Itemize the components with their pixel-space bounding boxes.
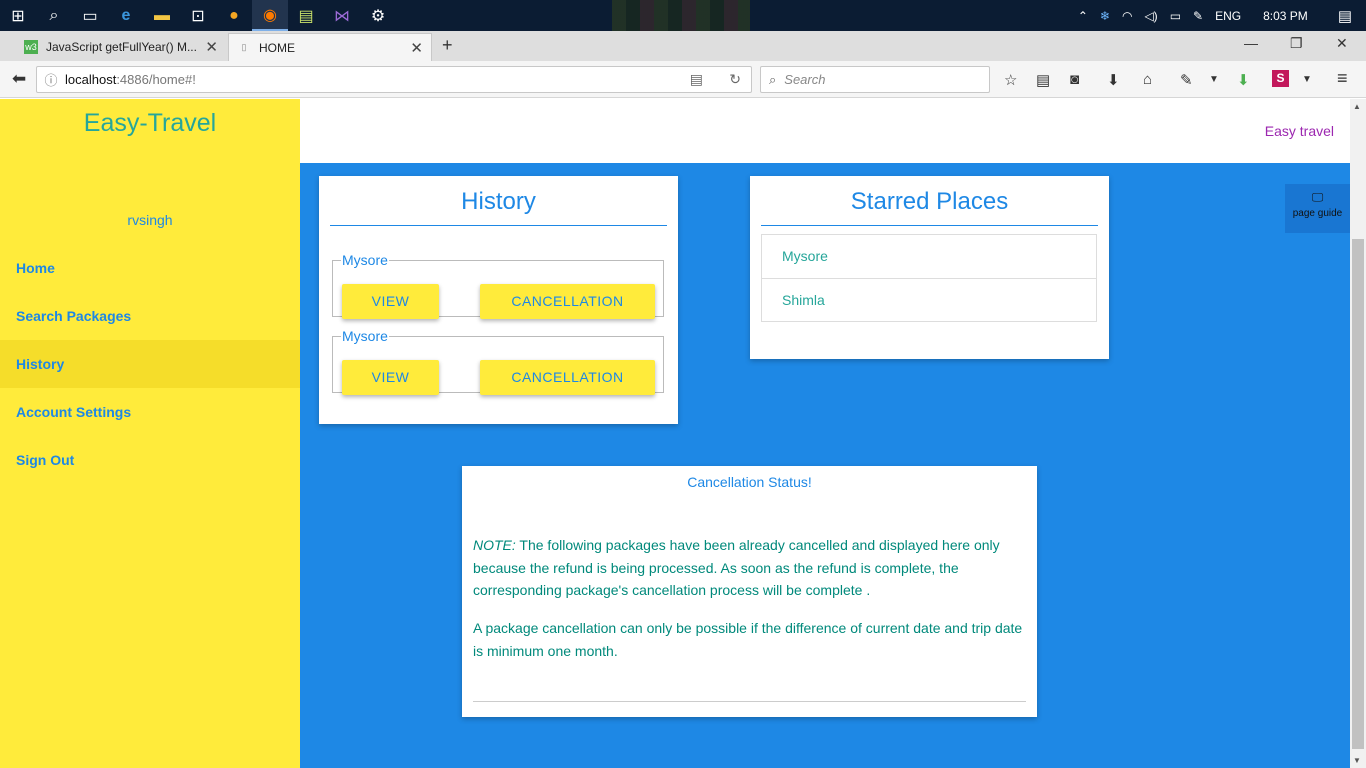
page-guide-label: page guide (1292, 208, 1343, 219)
tab-title: JavaScript getFullYear() M... (46, 40, 197, 54)
taskbar-decoration (612, 0, 750, 31)
page-content: Easy-Travel rvsingh Home Search Packages… (0, 99, 1366, 768)
note-label: NOTE: (473, 537, 516, 553)
header-title[interactable]: Easy travel (1265, 123, 1334, 139)
top-header: Easy travel (300, 99, 1350, 163)
url-path: :4886/home#! (116, 72, 196, 87)
bookmark-star-icon[interactable]: ☆ (1004, 71, 1017, 89)
tab-home[interactable]: ▯ HOME ✕ (228, 33, 432, 61)
sidebar-item-search-packages[interactable]: Search Packages (0, 292, 300, 340)
pen-icon[interactable]: ✎ (1187, 9, 1209, 23)
snowflake-icon[interactable]: ❄ (1094, 9, 1116, 23)
new-tab-icon[interactable]: + (442, 35, 453, 56)
action-center-icon[interactable]: ▤ (1324, 7, 1366, 25)
search-icon: ⌕ (769, 71, 777, 87)
sidebar-item-sign-out[interactable]: Sign Out (0, 436, 300, 484)
notepad-icon[interactable]: ▤ (288, 0, 324, 31)
cancellation-status-card: Cancellation Status! NOTE: The following… (462, 466, 1037, 717)
search-placeholder: Search (784, 72, 826, 87)
wifi-icon[interactable]: ◠ (1116, 9, 1138, 23)
chevron-up-icon[interactable]: ⌃ (1072, 9, 1094, 23)
pocket-icon[interactable]: ◙ (1070, 71, 1079, 88)
extension-icon[interactable]: ✎ (1180, 71, 1193, 89)
info-icon[interactable]: ⓘ (37, 70, 65, 89)
view-button[interactable]: VIEW (342, 284, 439, 319)
scrollbar-thumb[interactable] (1352, 239, 1364, 749)
history-title: History (330, 176, 667, 226)
rule-paragraph: A package cancellation can only be possi… (473, 620, 1023, 659)
sidebar: Easy-Travel rvsingh Home Search Packages… (0, 99, 300, 768)
starred-title: Starred Places (761, 176, 1098, 226)
app-icon[interactable]: ● (216, 0, 252, 31)
clock[interactable]: 8:03 PM (1247, 9, 1324, 23)
divider (473, 701, 1026, 702)
reader-view-icon[interactable]: ▤ (690, 71, 703, 88)
history-card: History Mysore VIEW CANCELLATION Mysore … (319, 176, 678, 424)
download-icon[interactable]: ⬇ (1107, 71, 1120, 89)
windows-taskbar: ⊞ ⌕ ▭ e ▬ ⊡ ● ◉ ▤ ⋈ ⚙ ⌃ ❄ ◠ ◁) ▭ ✎ ENG 8… (0, 0, 1366, 31)
library-icon[interactable]: ▤ (1036, 71, 1050, 89)
w3-icon: w3 (24, 40, 38, 54)
windows-start-icon[interactable]: ⊞ (0, 0, 36, 31)
starred-list: Mysore Shimla (761, 234, 1097, 322)
system-tray: ⌃ ❄ ◠ ◁) ▭ ✎ ENG 8:03 PM ▤ (1072, 0, 1366, 31)
file-explorer-icon[interactable]: ▬ (144, 0, 180, 31)
view-button[interactable]: VIEW (342, 360, 439, 395)
network-tool-icon[interactable]: ⚙ (360, 0, 396, 31)
address-bar[interactable]: ⓘ localhost:4886/home#! ▤ ↻ (36, 66, 752, 93)
scroll-up-icon[interactable]: ▲ (1353, 102, 1361, 111)
close-icon[interactable]: ✕ (205, 38, 218, 56)
list-item[interactable]: Mysore (762, 235, 1096, 278)
list-item[interactable]: Shimla (762, 278, 1096, 321)
close-icon[interactable]: ✕ (410, 39, 423, 57)
window-close-icon[interactable]: ✕ (1336, 35, 1348, 52)
package-name: Mysore (342, 252, 388, 268)
cancellation-button[interactable]: CANCELLATION (480, 360, 655, 395)
brand-title[interactable]: Easy-Travel (0, 109, 300, 138)
browser-tab-bar: w3 JavaScript getFullYear() M... ✕ ▯ HOM… (0, 31, 1366, 61)
visual-studio-icon[interactable]: ⋈ (324, 0, 360, 31)
edge-browser-icon[interactable]: e (108, 0, 144, 31)
chevron-down-icon[interactable]: ▼ (1302, 74, 1312, 85)
download-helper-icon[interactable]: ⬇ (1237, 71, 1250, 89)
page-scrollbar[interactable]: ▲ ▼ (1350, 99, 1366, 768)
minimize-icon[interactable]: — (1244, 35, 1258, 51)
note-paragraph: NOTE: The following packages have been a… (473, 534, 1026, 602)
tab-javascript[interactable]: w3 JavaScript getFullYear() M... ✕ (16, 33, 226, 61)
sidebar-item-account-settings[interactable]: Account Settings (0, 388, 300, 436)
history-package: Mysore VIEW CANCELLATION (332, 328, 664, 395)
battery-icon[interactable]: ▭ (1164, 9, 1187, 23)
restore-icon[interactable]: ❐ (1290, 35, 1303, 52)
sidebar-item-home[interactable]: Home (0, 244, 300, 292)
sidebar-item-history[interactable]: History (0, 340, 300, 388)
firefox-icon[interactable]: ◉ (252, 0, 288, 31)
volume-icon[interactable]: ◁) (1138, 9, 1163, 23)
page-icon: ▯ (241, 42, 247, 52)
monitor-icon: 🖵 (1311, 190, 1324, 204)
reload-icon[interactable]: ↻ (729, 71, 741, 88)
search-icon[interactable]: ⌕ (36, 0, 72, 31)
history-package: Mysore VIEW CANCELLATION (332, 252, 664, 319)
hamburger-menu-icon[interactable]: ≡ (1337, 68, 1348, 89)
sidebar-menu: Home Search Packages History Account Set… (0, 244, 300, 484)
package-name: Mysore (342, 328, 388, 344)
tab-title: HOME (259, 40, 295, 55)
home-icon[interactable]: ⌂ (1143, 71, 1152, 88)
note-text: The following packages have been already… (473, 537, 1000, 598)
scroll-down-icon[interactable]: ▼ (1353, 756, 1361, 765)
stylish-icon[interactable]: S (1272, 70, 1289, 87)
search-input[interactable]: ⌕ Search (760, 66, 990, 93)
language-indicator[interactable]: ENG (1209, 9, 1247, 23)
back-icon[interactable]: ⬅ (12, 69, 26, 89)
cancellation-button[interactable]: CANCELLATION (480, 284, 655, 319)
navigation-bar: ⬅ ⓘ localhost:4886/home#! ▤ ↻ ⌕ Search ☆… (0, 61, 1366, 98)
starred-places-card: Starred Places Mysore Shimla (750, 176, 1109, 359)
url-host: localhost (65, 72, 117, 87)
page-guide-button[interactable]: 🖵 page guide (1285, 184, 1350, 233)
cancellation-status-title: Cancellation Status! (687, 474, 812, 490)
chevron-down-icon[interactable]: ▼ (1209, 74, 1219, 85)
task-view-icon[interactable]: ▭ (72, 0, 108, 31)
store-icon[interactable]: ⊡ (180, 0, 216, 31)
username: rvsingh (127, 212, 173, 228)
